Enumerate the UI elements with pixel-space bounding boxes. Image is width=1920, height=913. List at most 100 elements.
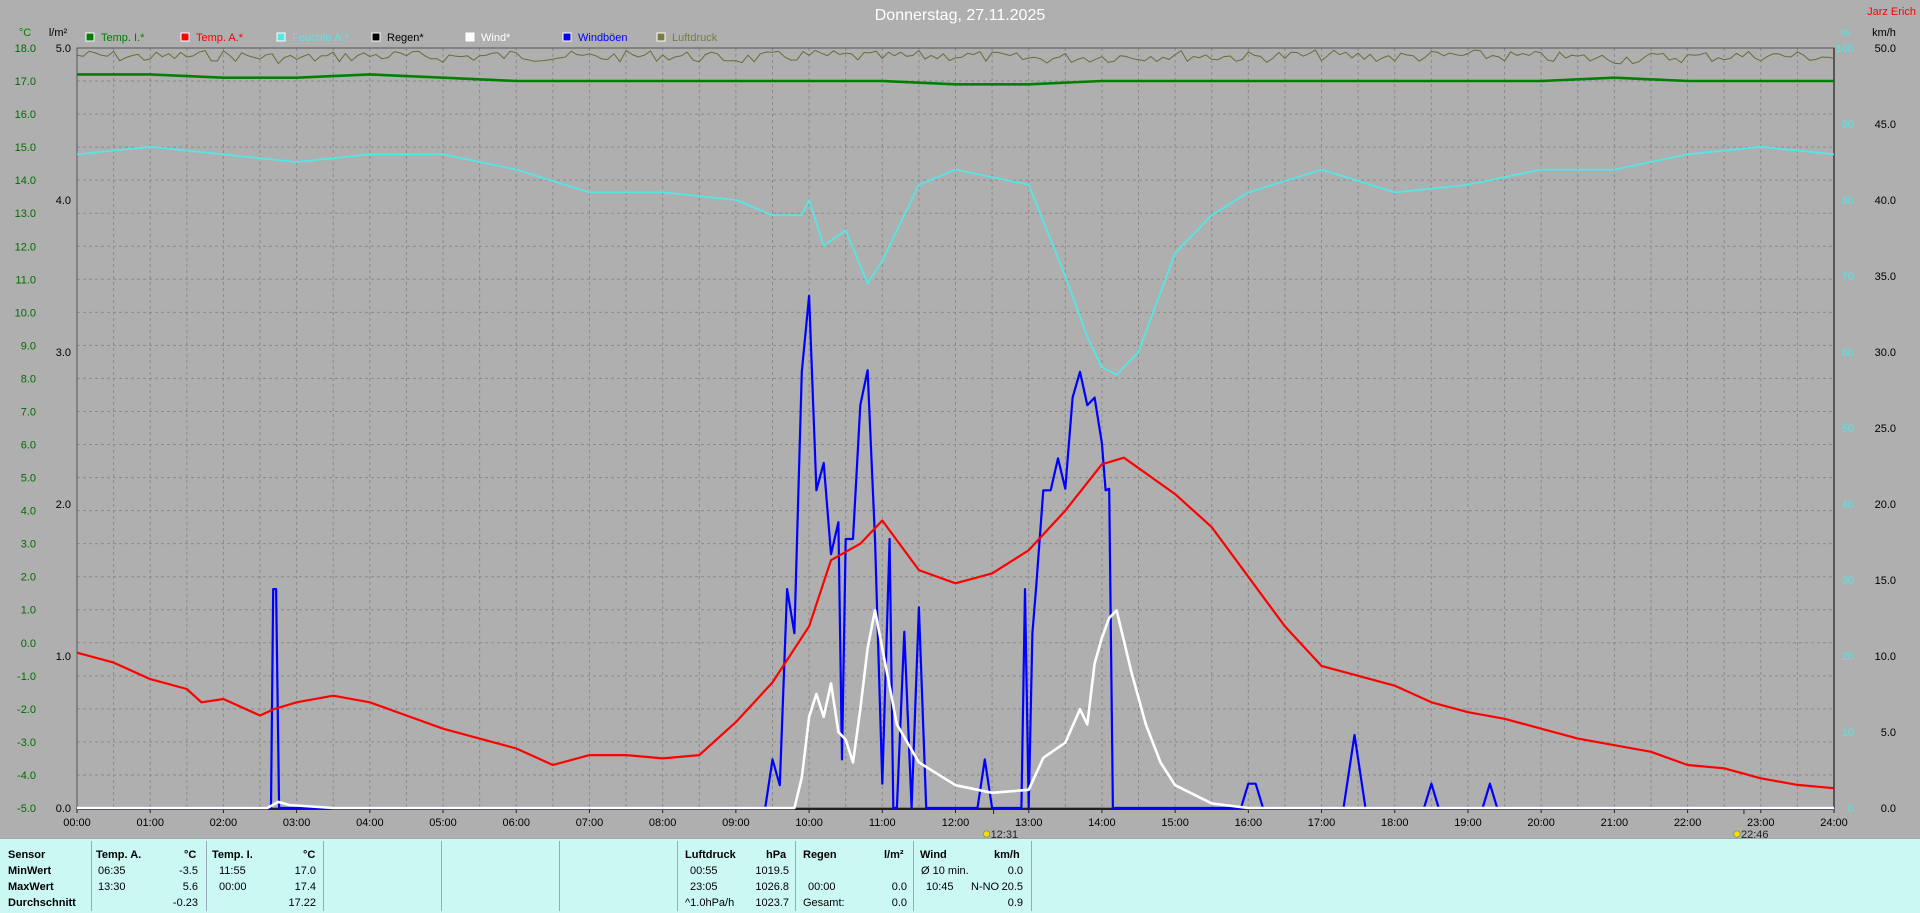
x-tick-label: 21:00 [1601, 817, 1629, 829]
x-tick-label: 07:00 [576, 817, 604, 829]
chart-background [0, 0, 1920, 838]
author-label: Jarz Erich [1867, 6, 1916, 18]
humidity-tick-label: 70 [1842, 271, 1854, 283]
x-tick-label: 20:00 [1527, 817, 1555, 829]
legend-swatch [180, 32, 190, 42]
rain-total: 0.0 [891, 897, 907, 909]
pressure-min-time: 00:55 [690, 865, 718, 877]
x-tick-label: 14:00 [1088, 817, 1116, 829]
legend-swatch [85, 32, 95, 42]
temp-tick-label: 2.0 [21, 572, 36, 584]
legend-swatch [465, 32, 475, 42]
rain-unit: l/m² [884, 849, 904, 861]
marker-label: 22:46 [1741, 829, 1769, 838]
x-tick-label: 08:00 [649, 817, 677, 829]
legend-item-label: Temp. A.* [196, 32, 244, 44]
temp-tick-label: 4.0 [21, 506, 36, 518]
x-tick-label: 11:00 [869, 817, 896, 829]
wind-avg: 0.0 [1007, 865, 1023, 877]
rain-unit-label: l/m² [49, 27, 68, 39]
separator [795, 841, 796, 911]
temp-tick-label: 3.0 [21, 539, 36, 551]
rain-max-time: 00:00 [808, 881, 836, 893]
temp-tick-label: -2.0 [17, 704, 36, 716]
sun-icon [983, 830, 991, 838]
temp-i-max: 17.4 [294, 881, 316, 893]
humidity-tick-label: 40 [1842, 499, 1854, 511]
legend-swatch [656, 32, 666, 42]
legend-item-label: Regen* [387, 32, 424, 44]
separator [206, 841, 207, 911]
temp-a-header: Temp. A. [96, 849, 142, 861]
humidity-tick-label: 90 [1842, 119, 1854, 131]
wind-tick-label: 50.0 [1875, 43, 1896, 55]
temp-tick-label: 12.0 [15, 241, 36, 253]
x-tick-label: 17:00 [1308, 817, 1336, 829]
temp-i-min: 17.0 [294, 865, 316, 877]
x-tick-label: 04:00 [356, 817, 384, 829]
x-tick-label: 00:00 [63, 817, 91, 829]
pressure-unit: hPa [766, 849, 787, 861]
wind-tick-label: 15.0 [1875, 575, 1896, 587]
x-tick-label: 09:00 [722, 817, 750, 829]
x-tick-label: 01:00 [136, 817, 164, 829]
temp-tick-label: 7.0 [21, 406, 36, 418]
wind-day-avg: 0.9 [1007, 897, 1023, 909]
wind-unit: km/h [994, 849, 1020, 861]
temp-tick-label: 15.0 [15, 142, 36, 154]
rain-header: Regen [803, 849, 837, 861]
row-label-avg: Durchschnitt [8, 897, 76, 909]
wind-max: 20.5 [1001, 881, 1023, 893]
wind-tick-label: 25.0 [1875, 423, 1896, 435]
wind-tick-label: 35.0 [1875, 271, 1896, 283]
temp-a-max-time: 13:30 [98, 881, 126, 893]
temp-tick-label: 18.0 [15, 43, 36, 55]
legend-swatch [371, 32, 381, 42]
temp-tick-label: 14.0 [15, 175, 36, 187]
chart-title: Donnerstag, 27.11.2025 [875, 7, 1046, 24]
temp-tick-label: 6.0 [21, 440, 36, 452]
x-tick-label: 13:00 [1015, 817, 1043, 829]
temp-a-unit: °C [184, 849, 197, 861]
temp-tick-label: -4.0 [17, 770, 36, 782]
statistics-panel: Sensor MinWert MaxWert Durchschnitt Temp… [0, 838, 1920, 913]
x-tick-label: 24:00 [1820, 817, 1848, 829]
row-label-min: MinWert [8, 865, 52, 877]
temp-i-unit: °C [303, 849, 316, 861]
rain-tick-label: 5.0 [56, 43, 71, 55]
wind-tick-label: 20.0 [1875, 499, 1896, 511]
weather-chart: 18.0 17.0 16.0 15.0 14.0 13.0 12.0 11.0 10.0 9.0 8… [0, 0, 1920, 838]
x-tick-label: 10:00 [795, 817, 823, 829]
x-tick-label: 12:00 [942, 817, 970, 829]
wind-tick-label: 30.0 [1875, 347, 1896, 359]
pressure-max: 1026.8 [755, 881, 789, 893]
temp-a-min: -3.5 [179, 865, 198, 877]
legend-item-label: Temp. I.* [101, 32, 145, 44]
humidity-tick-label: 0 [1848, 803, 1854, 815]
wind-max-dir: N-NO [971, 881, 1000, 893]
temp-i-max-time: 00:00 [219, 881, 247, 893]
temp-tick-label: 5.0 [21, 473, 36, 485]
temp-tick-label: 10.0 [15, 307, 36, 319]
temp-unit-label: °C [19, 27, 31, 39]
temp-a-avg: -0.23 [172, 897, 198, 909]
pressure-current: 1023.7 [755, 897, 789, 909]
separator [91, 841, 92, 911]
humidity-tick-label: 100 [1836, 43, 1854, 55]
legend-item-label: Luftdruck [672, 32, 718, 44]
temp-tick-label: 9.0 [21, 340, 36, 352]
legend-item-label: Windböen [578, 32, 628, 44]
wind-tick-label: 10.0 [1875, 651, 1896, 663]
temp-tick-label: -1.0 [17, 671, 36, 683]
separator [913, 841, 914, 911]
temp-tick-label: 1.0 [21, 605, 36, 617]
x-tick-label: 16:00 [1235, 817, 1263, 829]
separator [677, 841, 678, 911]
pressure-header: Luftdruck [685, 849, 736, 861]
marker-label: 12:31 [991, 829, 1019, 838]
x-tick-label: 23:00 [1747, 817, 1775, 829]
rain-tick-label: 0.0 [56, 803, 71, 815]
x-tick-label: 03:00 [283, 817, 311, 829]
x-tick-label: 06:00 [502, 817, 530, 829]
pressure-trend: ^1.0hPa/h [685, 897, 735, 909]
